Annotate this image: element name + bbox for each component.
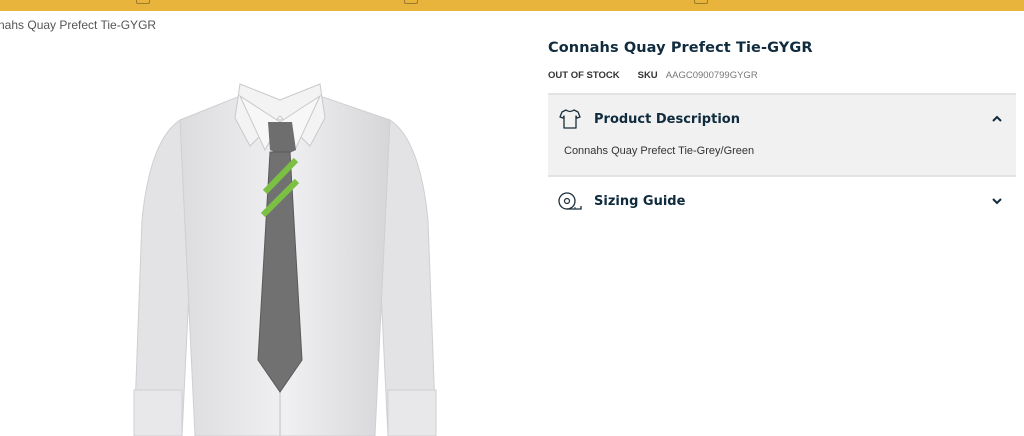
product-title: Connahs Quay Prefect Tie-GYGR (548, 40, 813, 56)
nav-icon[interactable] (694, 0, 708, 4)
sku-label: SKU (637, 70, 658, 81)
sku: SKU AAGC0900799GYGR (638, 70, 758, 81)
chevron-up-icon[interactable] (990, 112, 1004, 126)
chevron-down-icon[interactable] (990, 194, 1004, 208)
nav-icon[interactable] (136, 0, 150, 4)
product-description-toggle[interactable]: Product Description (548, 95, 1016, 143)
product-description-text: Connahs Quay Prefect Tie-Grey/Green (564, 145, 755, 157)
tshirt-icon (556, 105, 584, 133)
accordion-product-description: Product Description Connahs Quay Prefect… (548, 93, 1016, 175)
product-accordion: Product Description Connahs Quay Prefect… (548, 93, 1016, 225)
stock-status: OUT OF STOCK (548, 70, 620, 81)
measuring-tape-icon (556, 187, 584, 215)
accordion-title: Sizing Guide (594, 193, 686, 209)
sizing-guide-toggle[interactable]: Sizing Guide (548, 177, 1016, 225)
product-image (120, 60, 450, 436)
top-navigation-bar (0, 0, 1024, 11)
breadcrumb: nahs Quay Prefect Tie-GYGR (0, 18, 157, 32)
accordion-sizing-guide: Sizing Guide (548, 175, 1016, 225)
product-meta: OUT OF STOCK SKU AAGC0900799GYGR (548, 70, 1016, 81)
accordion-title: Product Description (594, 111, 740, 127)
sku-value: AAGC0900799GYGR (665, 70, 758, 81)
nav-icon[interactable] (404, 0, 418, 4)
product-details: Connahs Quay Prefect Tie-GYGR OUT OF STO… (548, 40, 1016, 225)
